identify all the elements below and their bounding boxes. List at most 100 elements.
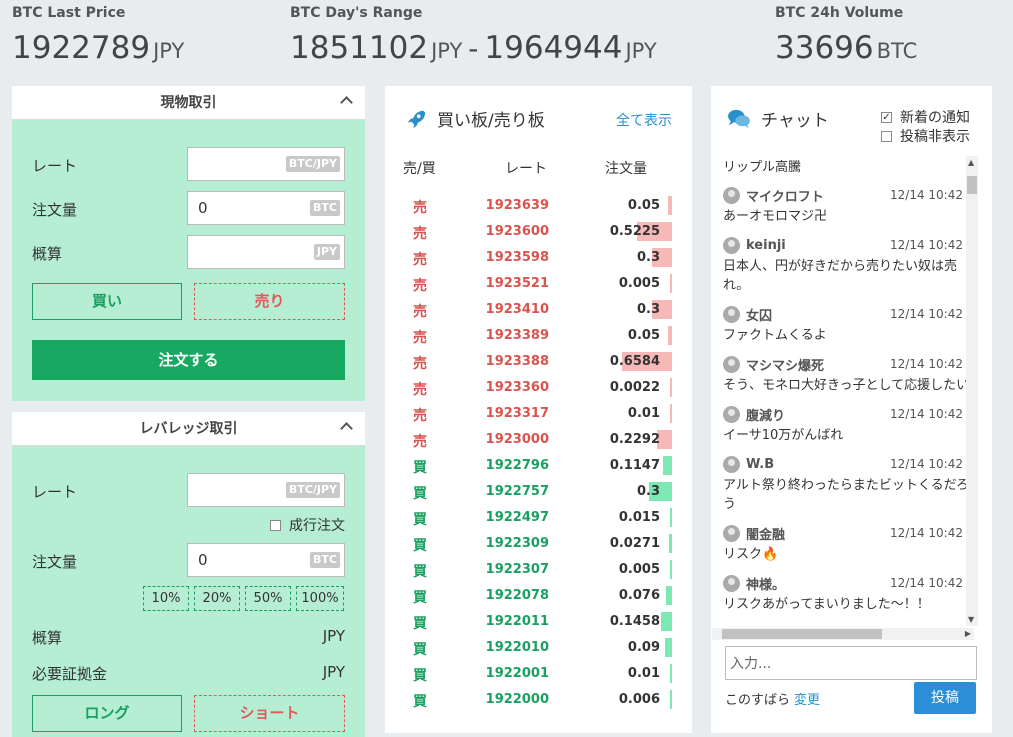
post-button[interactable]: 投稿 — [914, 682, 976, 714]
scroll-thumb[interactable] — [722, 629, 882, 639]
amount-value: 0.1458 — [609, 614, 660, 629]
spot-order-button[interactable]: 注文する — [32, 340, 345, 380]
chat-message: 闇金融 12/14 10:42 リスク🔥 — [723, 523, 973, 564]
pct-100-button[interactable]: 100% — [296, 586, 344, 611]
notify-checkbox[interactable]: ✓ 新着の通知 — [881, 107, 970, 127]
chat-message-text: アルト祭り終わったらまたビットくるだろう — [723, 478, 969, 512]
col-rate-header: レート — [505, 161, 547, 177]
spot-qty-input[interactable]: 0 BTC — [187, 191, 345, 225]
chat-horizontal-scrollbar[interactable]: ▶ — [712, 628, 974, 640]
spot-sell-button[interactable]: 売り — [194, 283, 345, 320]
orderbook-row[interactable]: 売 1923410 0.3 — [385, 297, 692, 323]
orderbook-row[interactable]: 買 1922010 0.09 — [385, 635, 692, 661]
pct-20-button[interactable]: 20% — [194, 586, 240, 611]
volume-bar — [670, 664, 672, 683]
chat-user[interactable]: マシマシ爆死 — [723, 355, 824, 374]
chat-message-meta: マシマシ爆死 12/14 10:42 — [723, 354, 973, 374]
chat-user[interactable]: 神様。 — [723, 574, 785, 593]
spot-est-input[interactable]: JPY — [187, 235, 345, 269]
orderbook-row[interactable]: 売 1923000 0.2292 — [385, 427, 692, 453]
orderbook-row[interactable]: 売 1923389 0.05 — [385, 323, 692, 349]
market-order-checkbox[interactable]: 成行注文 — [270, 515, 345, 535]
orderbook-row[interactable]: 買 1922497 0.015 — [385, 505, 692, 531]
orderbook-row[interactable]: 買 1922757 0.3 — [385, 479, 692, 505]
orderbook-row[interactable]: 買 1922307 0.005 — [385, 557, 692, 583]
amount-value: 0.5225 — [609, 224, 660, 239]
price-value: 1923388 — [485, 354, 549, 369]
spot-buy-button[interactable]: 買い — [32, 283, 182, 320]
chat-user[interactable]: W.B — [723, 455, 774, 473]
amount-value: 0.005 — [618, 562, 660, 577]
chat-message-text: そう、モネロ大好きっ子として応援したい — [723, 378, 970, 393]
chat-message-text: 日本人、円が好きだから売りたい奴は売れ。 — [723, 259, 958, 293]
orderbook-row[interactable]: 買 1922309 0.0271 — [385, 531, 692, 557]
orderbook-title: 買い板/売り板 — [405, 106, 545, 131]
pct-10-button[interactable]: 10% — [143, 586, 189, 611]
price-value: 1922307 — [485, 562, 549, 577]
chevron-up-icon[interactable] — [340, 422, 353, 435]
leverage-trading-header[interactable]: レバレッジ取引 — [12, 412, 365, 446]
day-range-stat: BTC Day's Range 1851102 JPY -1964944 JPY — [290, 4, 657, 71]
chevron-up-icon[interactable] — [340, 96, 353, 109]
chat-user[interactable]: keinji — [723, 236, 786, 254]
avatar-icon — [723, 305, 740, 323]
amount-value: 0.05 — [627, 198, 660, 213]
leverage-est-label: 概算 — [32, 629, 63, 647]
spot-trading-header[interactable]: 現物取引 — [12, 86, 365, 120]
orderbook-row[interactable]: 売 1923388 0.6584 — [385, 349, 692, 375]
side-label: 売 — [413, 330, 427, 346]
col-side-header: 売/買 — [403, 161, 436, 177]
checkbox-icon[interactable] — [270, 519, 281, 531]
chat-vertical-scrollbar[interactable]: ▲ ▼ — [966, 156, 978, 626]
scroll-right-icon[interactable]: ▶ — [965, 628, 971, 640]
side-label: 買 — [413, 642, 427, 658]
chat-input[interactable]: 入力... — [725, 646, 977, 680]
chat-message-list[interactable]: リップル高騰 マイクロフト 12/14 10:42 あーオモロマジ卍 keinji 12… — [723, 156, 973, 626]
chat-user[interactable]: 腹減り — [723, 405, 785, 424]
leverage-rate-input[interactable]: BTC/JPY — [187, 473, 345, 507]
orderbook-row[interactable]: 売 1923598 0.3 — [385, 245, 692, 271]
chat-message: keinji 12/14 10:42 日本人、円が好きだから売りたい奴は売れ。 — [723, 235, 973, 295]
amount-value: 0.01 — [627, 666, 660, 681]
leverage-qty-input[interactable]: 0 BTC — [187, 543, 345, 577]
orderbook-row[interactable]: 買 1922078 0.076 — [385, 583, 692, 609]
orderbook-row[interactable]: 買 1922011 0.1458 — [385, 609, 692, 635]
orderbook-row[interactable]: 買 1922000 0.006 — [385, 687, 692, 713]
checkbox-icon[interactable] — [881, 130, 892, 142]
spot-rate-input[interactable]: BTC/JPY — [187, 147, 345, 181]
orderbook-row[interactable]: 買 1922796 0.1147 — [385, 453, 692, 479]
last-price-unit: JPY — [153, 39, 185, 63]
scroll-up-icon[interactable]: ▲ — [968, 158, 974, 167]
amount-value: 0.3 — [636, 302, 660, 317]
scroll-down-icon[interactable]: ▼ — [968, 615, 974, 624]
chat-user[interactable]: マイクロフト — [723, 186, 824, 205]
chat-title-text: チャット — [761, 111, 829, 131]
chat-user[interactable]: 闇金融 — [723, 524, 785, 543]
orderbook-row[interactable]: 売 1923317 0.01 — [385, 401, 692, 427]
spot-qty-label: 注文量 — [32, 201, 78, 219]
long-button[interactable]: ロング — [32, 695, 182, 732]
spot-qty-value: 0 — [198, 199, 208, 217]
volume-bar — [670, 560, 672, 579]
orderbook-row[interactable]: 売 1923360 0.0022 — [385, 375, 692, 401]
chat-timestamp: 12/14 10:42 — [890, 188, 963, 202]
pct-50-button[interactable]: 50% — [245, 586, 291, 611]
show-all-link[interactable]: 全て表示 — [616, 110, 672, 130]
orderbook-row[interactable]: 売 1923521 0.005 — [385, 271, 692, 297]
spot-est-label: 概算 — [32, 245, 63, 263]
volume-bar — [669, 534, 672, 553]
side-label: 売 — [413, 382, 427, 398]
change-nickname-link[interactable]: 変更 — [794, 693, 820, 708]
checkbox-checked-icon[interactable]: ✓ — [881, 111, 892, 123]
scroll-thumb[interactable] — [967, 176, 977, 194]
leverage-est-unit: JPY — [322, 627, 345, 645]
amount-value: 0.05 — [627, 328, 660, 343]
chat-username: マイクロフト — [746, 189, 824, 205]
orderbook-row[interactable]: 売 1923639 0.05 — [385, 193, 692, 219]
hide-posts-checkbox[interactable]: 投稿非表示 — [881, 126, 970, 146]
short-button[interactable]: ショート — [194, 695, 345, 732]
orderbook-row[interactable]: 売 1923600 0.5225 — [385, 219, 692, 245]
price-value: 1923521 — [485, 276, 549, 291]
chat-user[interactable]: 女囚 — [723, 305, 772, 324]
orderbook-row[interactable]: 買 1922001 0.01 — [385, 661, 692, 687]
